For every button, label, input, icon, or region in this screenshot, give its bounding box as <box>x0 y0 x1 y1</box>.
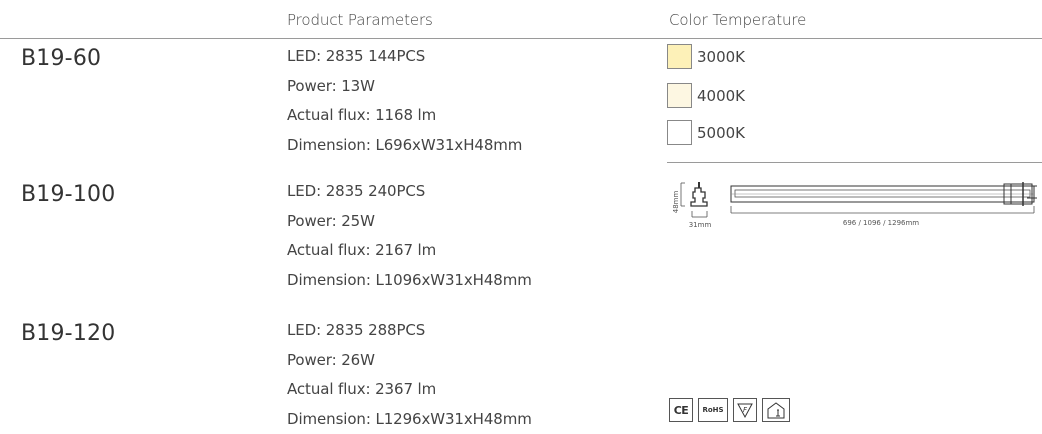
profile-section-icon <box>691 188 707 206</box>
led-spec: LED: 2835 240PCS <box>287 177 532 207</box>
power-spec: Power: 13W <box>287 72 522 102</box>
flux-spec: Actual flux: 2167 lm <box>287 236 532 266</box>
model-b19-60: B19-60 <box>21 46 101 71</box>
color-temp-4000k: 4000K <box>667 83 745 108</box>
length-label: 696 / 1096 / 1296mm <box>843 219 919 227</box>
color-temp-divider <box>667 162 1042 163</box>
certification-marks: CE RoHS F <box>669 398 790 422</box>
dimension-spec: Dimension: L1096xW31xH48mm <box>287 266 532 296</box>
dimension-spec: Dimension: L1296xW31xH48mm <box>287 405 532 434</box>
color-temp-3000k: 3000K <box>667 44 745 69</box>
swatch-4000k <box>667 83 692 108</box>
params-b19-100: LED: 2835 240PCS Power: 25W Actual flux:… <box>287 177 532 295</box>
params-b19-120: LED: 2835 288PCS Power: 26W Actual flux:… <box>287 316 532 434</box>
dimension-spec: Dimension: L696xW31xH48mm <box>287 131 522 161</box>
power-spec: Power: 26W <box>287 346 532 376</box>
swatch-label: 4000K <box>697 87 745 105</box>
height-label: 48mm <box>672 191 680 214</box>
f-mark-icon: F <box>733 398 757 422</box>
swatch-3000k <box>667 44 692 69</box>
width-label: 31mm <box>689 221 712 229</box>
power-spec: Power: 25W <box>287 207 532 237</box>
led-spec: LED: 2835 288PCS <box>287 316 532 346</box>
flux-spec: Actual flux: 1168 lm <box>287 101 522 131</box>
header-product-parameters: Product Parameters <box>287 11 433 29</box>
ce-mark-icon: CE <box>669 398 693 422</box>
model-b19-100: B19-100 <box>21 182 115 207</box>
swatch-5000k <box>667 120 692 145</box>
color-temp-5000k: 5000K <box>667 120 745 145</box>
params-b19-60: LED: 2835 144PCS Power: 13W Actual flux:… <box>287 42 522 160</box>
flux-spec: Actual flux: 2367 lm <box>287 375 532 405</box>
fixture-dimension-diagram: 48mm 31mm 696 / 1096 / 1296mm <box>671 180 1041 235</box>
led-spec: LED: 2835 144PCS <box>287 42 522 72</box>
swatch-label: 3000K <box>697 48 745 66</box>
header-divider <box>0 38 1042 39</box>
indoor-use-icon <box>762 398 790 422</box>
rohs-mark-icon: RoHS <box>698 398 728 422</box>
swatch-label: 5000K <box>697 124 745 142</box>
model-b19-120: B19-120 <box>21 321 115 346</box>
header-color-temperature: Color Temperature <box>669 11 806 29</box>
